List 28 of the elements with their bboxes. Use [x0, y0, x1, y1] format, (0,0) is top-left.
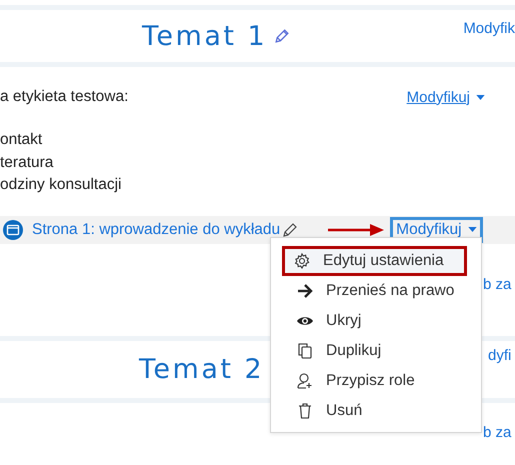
list-item: odziny konsultacji: [0, 175, 122, 195]
menu-item[interactable]: Edytuj ustawienia: [282, 246, 467, 276]
topic-title: Temat 2: [139, 354, 264, 384]
menu-item[interactable]: Usuń: [282, 396, 470, 426]
trash-icon: [296, 402, 314, 420]
modify-link[interactable]: Modyfik: [463, 20, 515, 62]
menu-item[interactable]: Przypisz role: [282, 366, 470, 396]
caret-icon: [476, 94, 485, 100]
label-text: a etykieta testowa:: [0, 86, 128, 107]
caret-icon: [468, 227, 477, 232]
add-link[interactable]: b za: [483, 276, 512, 293]
arrow-icon: [328, 224, 384, 236]
gear-icon: [293, 252, 311, 270]
pencil-icon[interactable]: [273, 28, 290, 44]
list-item: teratura: [0, 152, 54, 172]
activity-link[interactable]: Strona 1: wprowadzenie do wykładu: [32, 220, 280, 238]
add-link[interactable]: b za: [483, 424, 512, 441]
topic-title: Temat 1: [142, 20, 268, 52]
list-item: ontakt: [0, 130, 44, 150]
modify-link[interactable]: Modyfikuj: [406, 88, 485, 106]
modify-link[interactable]: dyfi: [488, 346, 515, 398]
menu-item[interactable]: Ukryj: [282, 306, 470, 336]
page-icon: [3, 220, 23, 240]
user-icon: [296, 372, 314, 390]
menu-item[interactable]: Duplikuj: [282, 336, 470, 366]
menu-item[interactable]: Przenieś na prawo: [282, 276, 470, 306]
pencil-icon[interactable]: [282, 222, 298, 238]
copy-icon: [296, 342, 314, 360]
